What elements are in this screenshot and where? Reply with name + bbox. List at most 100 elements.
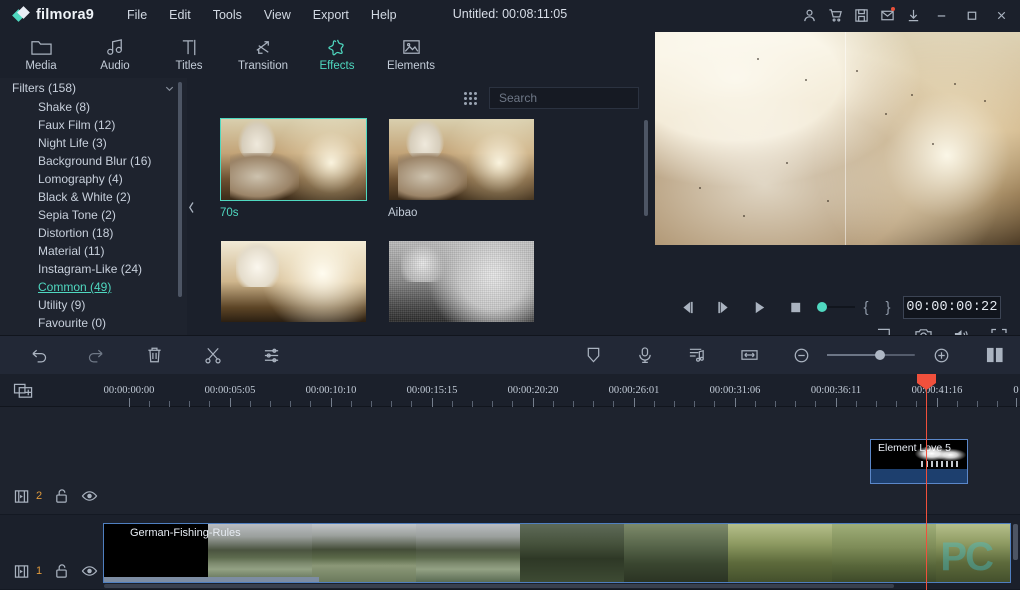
watermark: PC [940, 535, 992, 580]
audio-mixer-button[interactable] [680, 340, 714, 370]
clip-element-love-5[interactable]: Element Love 5 [870, 439, 968, 484]
microphone-button[interactable] [628, 340, 662, 370]
effect-item-aibao[interactable]: Aibao [388, 118, 535, 219]
main-tab-bar: Media Audio Titles Transition Effects El… [0, 30, 655, 78]
effects-grid-toolbar [196, 83, 655, 113]
unlock-icon[interactable] [54, 488, 69, 504]
zoom-out-button[interactable] [784, 340, 818, 370]
tab-transition[interactable]: Transition [226, 31, 300, 77]
menu-file[interactable]: File [116, 4, 158, 26]
search-box[interactable] [489, 87, 639, 109]
category-common[interactable]: Common (49) [0, 278, 187, 296]
mark-in-button[interactable]: { [855, 294, 877, 320]
track-1[interactable]: 1 [0, 515, 1020, 590]
edit-toolbar [0, 336, 1020, 374]
timeline-horizontal-scrollbar[interactable] [104, 584, 894, 588]
delete-button[interactable] [137, 340, 171, 370]
preview-video-frame [655, 32, 1020, 245]
menu-tools[interactable]: Tools [202, 4, 253, 26]
category-faux-film[interactable]: Faux Film (12) [0, 116, 187, 134]
tab-titles-label: Titles [175, 60, 202, 72]
tab-media[interactable]: Media [4, 31, 78, 77]
tab-elements[interactable]: Elements [374, 31, 448, 77]
category-black-and-white[interactable]: Black & White (2) [0, 188, 187, 206]
eye-icon[interactable] [81, 489, 98, 503]
category-utility[interactable]: Utility (9) [0, 296, 187, 314]
category-favourite[interactable]: Favourite (0) [0, 314, 187, 332]
tab-effects[interactable]: Effects [300, 31, 374, 77]
effect-item-70s[interactable]: 70s [220, 118, 367, 219]
category-material[interactable]: Material (11) [0, 242, 187, 260]
category-panel-scrollbar[interactable] [178, 82, 182, 297]
effects-grid-scrollbar[interactable] [644, 120, 648, 216]
settings-sliders-button[interactable] [255, 340, 289, 370]
track-2[interactable]: 2 Element Love 5 [0, 407, 1020, 515]
menu-export[interactable]: Export [302, 4, 360, 26]
zoom-in-button[interactable] [924, 340, 958, 370]
tab-audio-label: Audio [100, 60, 129, 72]
marker-dot[interactable] [817, 302, 827, 312]
split-view-button[interactable] [978, 340, 1012, 370]
timeline-vertical-scrollbar[interactable] [1013, 524, 1018, 560]
account-icon[interactable] [796, 2, 822, 28]
category-instagram-like[interactable]: Instagram-Like (24) [0, 260, 187, 278]
next-frame-button[interactable] [705, 294, 741, 320]
download-icon[interactable] [900, 2, 926, 28]
search-input[interactable] [499, 91, 654, 105]
previous-frame-button[interactable] [669, 294, 705, 320]
timeline-zoom-slider[interactable] [827, 348, 915, 362]
category-lomography[interactable]: Lomography (4) [0, 170, 187, 188]
crop-shield-button[interactable] [576, 340, 610, 370]
player-timecode[interactable]: 00:00:00:22 [903, 296, 1001, 319]
play-button[interactable] [741, 294, 777, 320]
category-sepia-tone[interactable]: Sepia Tone (2) [0, 206, 187, 224]
brand-name: filmora9 [36, 7, 94, 23]
redo-button[interactable] [78, 340, 112, 370]
maximize-icon[interactable] [956, 0, 986, 30]
effect-item-row2-a[interactable] [220, 240, 367, 329]
menu-edit[interactable]: Edit [158, 4, 202, 26]
ruler-label: 00:00:15:15 [407, 385, 458, 396]
category-shake[interactable]: Shake (8) [0, 98, 187, 116]
track-1-lane[interactable]: German-Fishing-Rules PC [100, 515, 1020, 589]
mail-icon[interactable] [874, 2, 900, 28]
split-scissors-button[interactable] [196, 340, 230, 370]
clip-audio-bar [104, 577, 319, 582]
unlock-icon[interactable] [54, 563, 69, 579]
menu-view[interactable]: View [253, 4, 302, 26]
stop-button[interactable] [777, 294, 813, 320]
effect-item-row2-b[interactable] [388, 240, 535, 329]
close-icon[interactable] [986, 0, 1016, 30]
eye-icon[interactable] [81, 564, 98, 578]
save-icon[interactable] [848, 2, 874, 28]
effects-grid-scroll-area[interactable]: 70s Aibao [196, 114, 655, 335]
tab-titles[interactable]: Titles [152, 31, 226, 77]
title-bar: filmora9 File Edit Tools View Export Hel… [0, 0, 1020, 30]
clip-german-fishing-rules[interactable]: German-Fishing-Rules PC [103, 523, 1011, 583]
cart-icon[interactable] [822, 2, 848, 28]
panel-collapse-handle[interactable] [188, 198, 195, 216]
grid-view-icon[interactable] [464, 92, 477, 105]
tab-audio[interactable]: Audio [78, 31, 152, 77]
mark-out-button[interactable]: } [877, 294, 899, 320]
menu-help[interactable]: Help [360, 4, 408, 26]
category-header-filters[interactable]: Filters (158) [0, 78, 187, 98]
clip-label: German-Fishing-Rules [130, 527, 241, 539]
undo-button[interactable] [22, 340, 56, 370]
zoom-slider-knob[interactable] [875, 350, 885, 360]
track-2-lane[interactable]: Element Love 5 [100, 407, 1020, 514]
playhead[interactable] [926, 374, 927, 590]
category-header-label: Filters (158) [12, 81, 76, 95]
marker-slider[interactable] [817, 302, 855, 312]
zoom-slider-track [827, 354, 915, 356]
effects-grid-panel: 70s Aibao [196, 78, 655, 335]
minimize-icon[interactable] [926, 0, 956, 30]
add-track-icon[interactable] [12, 382, 36, 400]
fit-to-timeline-button[interactable] [732, 340, 766, 370]
category-background-blur[interactable]: Background Blur (16) [0, 152, 187, 170]
track-1-number: 1 [36, 565, 42, 577]
category-night-life[interactable]: Night Life (3) [0, 134, 187, 152]
timeline-ruler[interactable]: 00:00:00:00 00:00:05:05 00:00:10:10 00:0… [0, 374, 1020, 407]
category-distortion[interactable]: Distortion (18) [0, 224, 187, 242]
ruler-label: 00:00:00:00 [104, 385, 155, 396]
